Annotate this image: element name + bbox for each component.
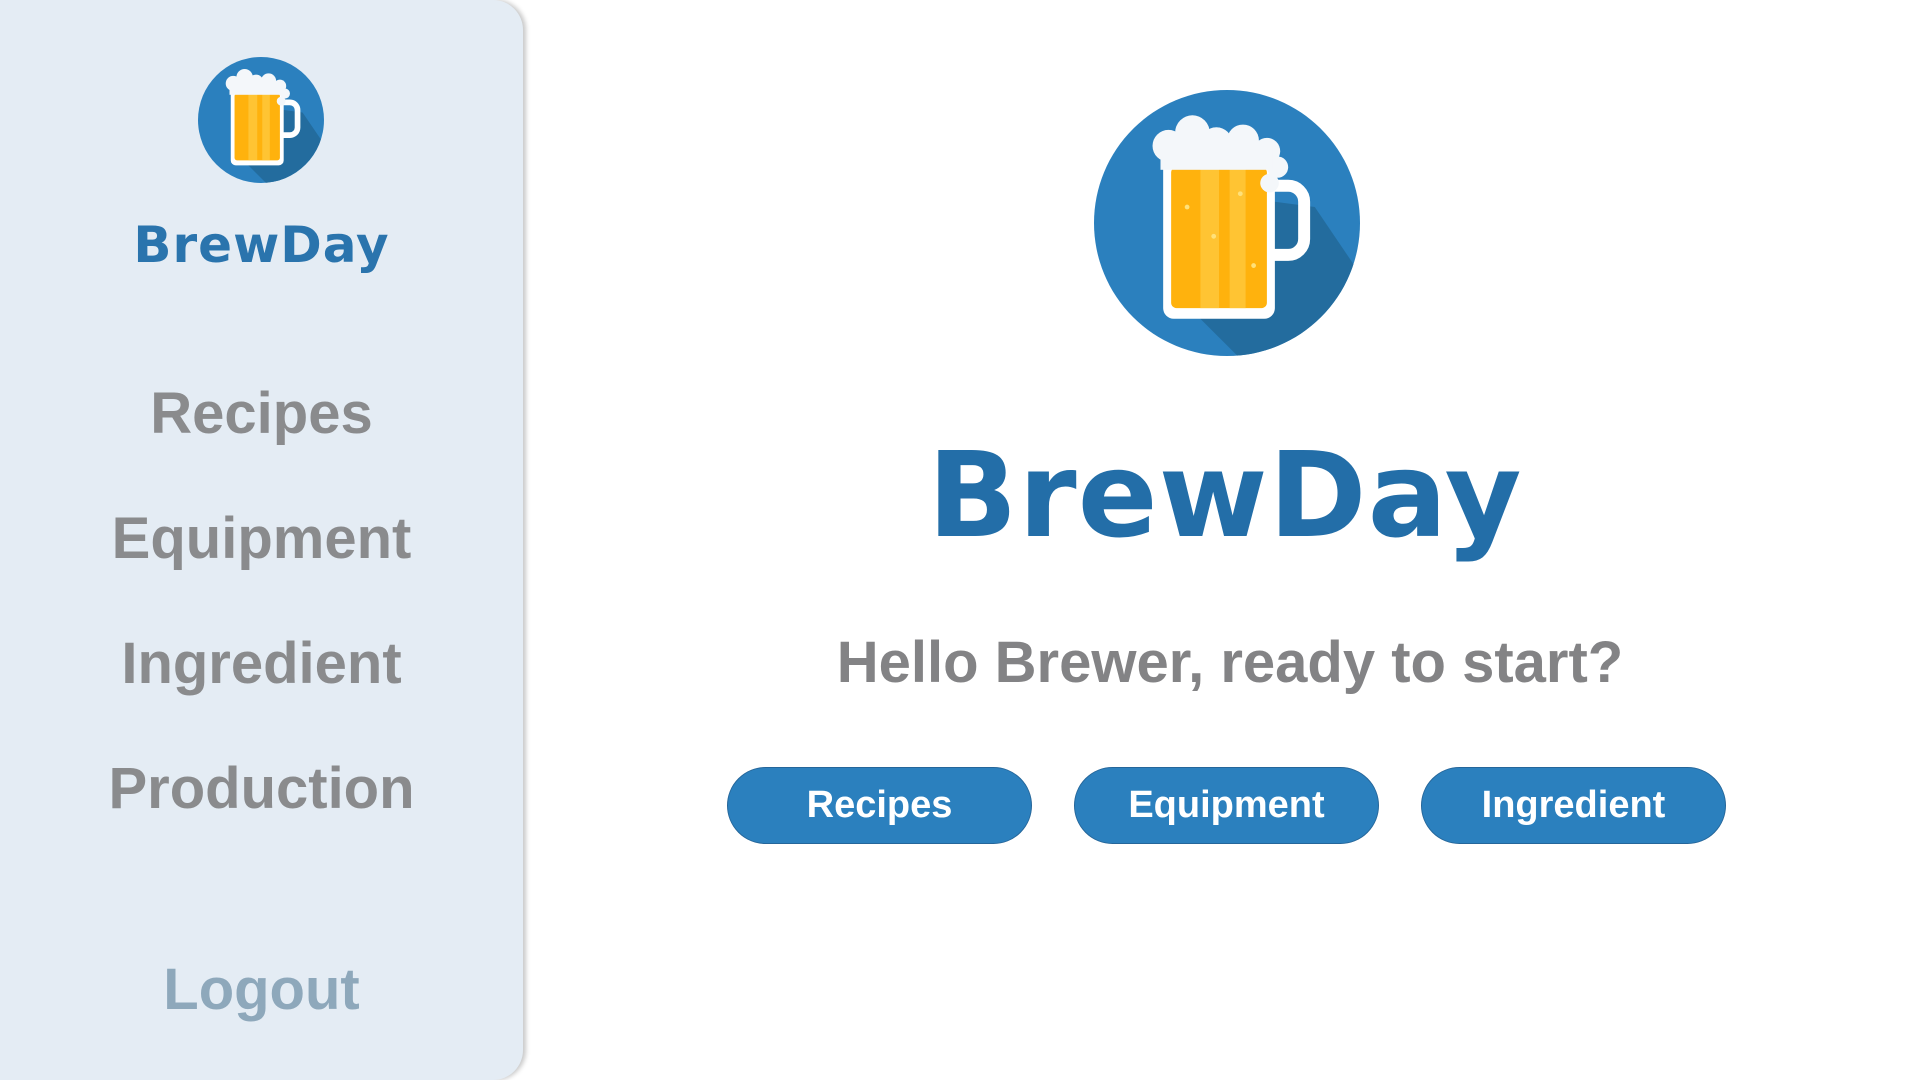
sidebar-item-production[interactable]: Production bbox=[0, 754, 523, 824]
logout-button[interactable]: Logout bbox=[0, 955, 523, 1025]
greeting-text: Hello Brewer, ready to start? bbox=[836, 630, 1624, 695]
sidebar-brand-name: BrewDay bbox=[133, 216, 390, 274]
recipes-button[interactable]: Recipes bbox=[727, 767, 1032, 844]
sidebar-item-recipes[interactable]: Recipes bbox=[0, 379, 523, 449]
equipment-button[interactable]: Equipment bbox=[1074, 767, 1379, 844]
page-title: BrewDay bbox=[927, 426, 1523, 564]
ingredient-button[interactable]: Ingredient bbox=[1421, 767, 1726, 844]
beer-mug-icon bbox=[1094, 90, 1360, 356]
brewday-home-screen: BrewDay Recipes Equipment Ingredient Pro… bbox=[0, 0, 1920, 1080]
beer-mug-icon bbox=[198, 57, 324, 183]
sidebar-item-ingredient[interactable]: Ingredient bbox=[0, 629, 523, 699]
sidebar-item-equipment[interactable]: Equipment bbox=[0, 504, 523, 574]
sidebar: BrewDay Recipes Equipment Ingredient Pro… bbox=[0, 0, 523, 1080]
